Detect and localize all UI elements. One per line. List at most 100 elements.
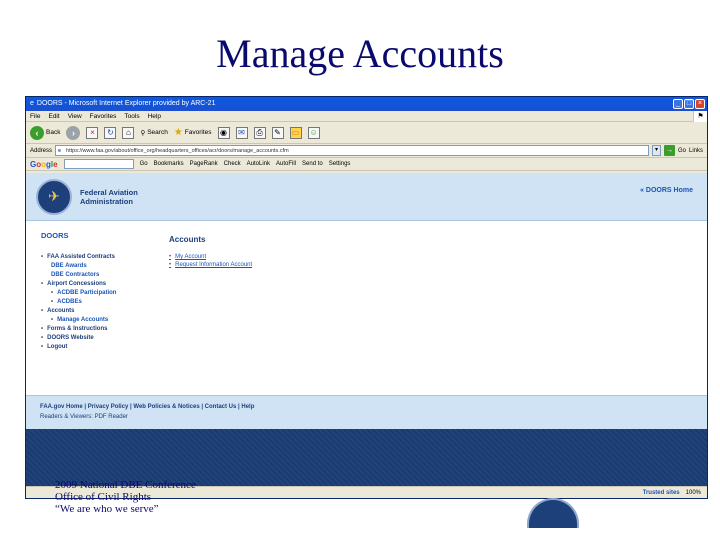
chevron-down-icon[interactable]: ▾ — [651, 145, 661, 156]
back-arrow-icon: ‹ — [30, 125, 44, 140]
menu-bar: File Edit View Favorites Tools Help ⚑ — [26, 111, 707, 122]
conference-note: 2009 National DBE Conference Office of C… — [55, 479, 196, 515]
nav-item-label: FAA Assisted Contracts — [47, 254, 116, 260]
links-button[interactable]: Links — [689, 148, 703, 154]
faa-name-line2: Administration — [80, 196, 133, 206]
nav-item-label: DBE Contractors — [51, 272, 100, 278]
nav-item-forms-instructions[interactable]: • Forms & Instructions — [41, 326, 161, 332]
nav-item-airport-concessions[interactable]: • Airport Concessions — [41, 281, 161, 287]
favorites-button[interactable]: ★ Favorites — [174, 127, 212, 138]
minimize-icon[interactable]: _ — [673, 99, 683, 109]
link-label: My Account — [175, 254, 207, 260]
nav-item-manage-accounts[interactable]: • Manage Accounts — [51, 317, 161, 323]
nav-item-label: Airport Concessions — [47, 281, 107, 287]
faa-header: ✈ Federal Aviation Administration « DOOR… — [26, 173, 707, 221]
left-nav: DOORS • FAA Assisted Contracts DBE Awards… — [41, 231, 161, 395]
refresh-icon[interactable]: ↻ — [104, 126, 117, 139]
google-go[interactable]: Go — [140, 161, 148, 167]
conference-line2: Office of Civil Rights — [55, 491, 152, 503]
faa-name-line1: Federal Aviation — [80, 187, 138, 197]
forward-arrow-icon[interactable]: › — [66, 125, 81, 140]
browser-window: e DOORS - Microsoft Internet Explorer pr… — [25, 96, 708, 499]
footer-link-help[interactable]: Help — [241, 404, 254, 410]
google-logo: Google — [30, 159, 58, 169]
windows-flag-icon: ⚑ — [693, 111, 707, 122]
nav-item-label: Logout — [47, 344, 68, 350]
nav-item-label: DOORS Website — [47, 335, 94, 341]
toolbar: ‹ Back › × ↻ ⌂ ⚲ Search ★ Favorites ◉ ✉ … — [26, 122, 707, 144]
google-bookmarks[interactable]: Bookmarks — [154, 161, 184, 167]
go-arrow-icon[interactable]: → — [663, 145, 675, 156]
ie-icon: e — [30, 100, 34, 107]
footer-links: FAA.gov Home | Privacy Policy | Web Poli… — [40, 404, 707, 410]
request-information-account-link[interactable]: • Request Information Account — [169, 262, 252, 268]
conference-line3: “We are who we serve” — [55, 503, 159, 515]
print-icon[interactable]: ⎙ — [253, 126, 266, 139]
google-autolink[interactable]: AutoLink — [247, 161, 270, 167]
footer-link-privacy[interactable]: Privacy Policy — [88, 404, 129, 410]
search-button[interactable]: ⚲ Search — [140, 129, 167, 137]
google-toolbar: Google Go Bookmarks PageRank Check AutoL… — [26, 158, 707, 171]
home-icon[interactable]: ⌂ — [122, 126, 135, 139]
footer-link-faa-home[interactable]: FAA.gov Home — [40, 404, 83, 410]
google-pagerank[interactable]: PageRank — [190, 161, 218, 167]
menu-tools[interactable]: Tools — [124, 111, 139, 121]
nav-item-label: Manage Accounts — [57, 317, 109, 323]
zoom-level[interactable]: 100% — [686, 487, 701, 498]
trusted-sites-zone: Trusted sites — [642, 490, 680, 496]
mail-icon[interactable]: ✉ — [235, 126, 248, 139]
title-bar: e DOORS - Microsoft Internet Explorer pr… — [26, 97, 707, 111]
window-controls: _ □ × — [673, 99, 707, 109]
footer-link-web-policies[interactable]: Web Policies & Notices — [133, 404, 199, 410]
google-autofill[interactable]: AutoFill — [276, 161, 296, 167]
menu-favorites[interactable]: Favorites — [90, 111, 117, 121]
doors-home-link[interactable]: « DOORS Home — [640, 187, 693, 194]
menu-help[interactable]: Help — [148, 111, 161, 121]
dot-seal-icon — [527, 498, 579, 528]
google-check[interactable]: Check — [224, 161, 241, 167]
link-label: Request Information Account — [175, 262, 253, 268]
nav-item-accounts[interactable]: • Accounts — [41, 308, 161, 314]
menu-file[interactable]: File — [30, 111, 40, 121]
nav-item-dbe-awards[interactable]: DBE Awards — [51, 263, 161, 269]
menu-edit[interactable]: Edit — [48, 111, 59, 121]
close-icon[interactable]: × — [695, 99, 705, 109]
media-icon[interactable]: ◉ — [217, 126, 230, 139]
nav-item-doors-website[interactable]: • DOORS Website — [41, 335, 161, 341]
menu-view[interactable]: View — [68, 111, 82, 121]
nav-item-acdbes[interactable]: • ACDBEs — [51, 299, 161, 305]
folder-icon[interactable]: ▭ — [289, 126, 302, 139]
my-account-link[interactable]: • My Account — [169, 254, 252, 260]
address-input[interactable]: https://www.faa.gov/about/office_org/hea… — [55, 145, 649, 156]
messenger-icon[interactable]: ☺ — [307, 126, 320, 139]
search-icon: ⚲ — [140, 129, 146, 137]
go-button[interactable]: Go — [678, 148, 686, 154]
nav-item-faa-assisted-contracts[interactable]: • FAA Assisted Contracts — [41, 254, 161, 260]
search-label: Search — [147, 129, 168, 136]
nav-item-acdbe-participation[interactable]: • ACDBE Participation — [51, 290, 161, 296]
google-search-input[interactable] — [63, 159, 134, 169]
nav-heading: DOORS — [41, 231, 69, 240]
google-send-to[interactable]: Send to — [302, 161, 323, 167]
address-bar: Address https://www.faa.gov/about/office… — [26, 144, 707, 158]
faa-name: Federal Aviation Administration — [80, 188, 138, 206]
stop-icon[interactable]: × — [86, 126, 99, 139]
favorites-star-icon: ★ — [173, 127, 183, 138]
nav-sub-concessions: • ACDBE Participation • ACDBEs — [41, 290, 161, 305]
address-label: Address — [30, 147, 53, 154]
site-footer: FAA.gov Home | Privacy Policy | Web Poli… — [26, 395, 707, 429]
accounts-panel: Accounts • My Account • Request Informatio… — [169, 231, 252, 395]
nav-item-logout[interactable]: • Logout — [41, 344, 161, 350]
nav-sub-contracts: DBE Awards DBE Contractors — [41, 263, 161, 278]
nav-item-label: Forms & Instructions — [47, 326, 108, 332]
accounts-heading: Accounts — [169, 235, 206, 244]
back-label: Back — [46, 129, 61, 136]
edit-icon[interactable]: ✎ — [271, 126, 284, 139]
nav-item-label: DBE Awards — [51, 263, 87, 269]
google-settings[interactable]: Settings — [329, 161, 351, 167]
back-button[interactable]: ‹ Back — [30, 125, 61, 140]
nav-item-dbe-contractors[interactable]: DBE Contractors — [51, 272, 161, 278]
footer-link-contact[interactable]: Contact Us — [205, 404, 237, 410]
readers-viewers: Readers & Viewers: PDF Reader — [40, 414, 128, 420]
maximize-icon[interactable]: □ — [684, 99, 694, 109]
